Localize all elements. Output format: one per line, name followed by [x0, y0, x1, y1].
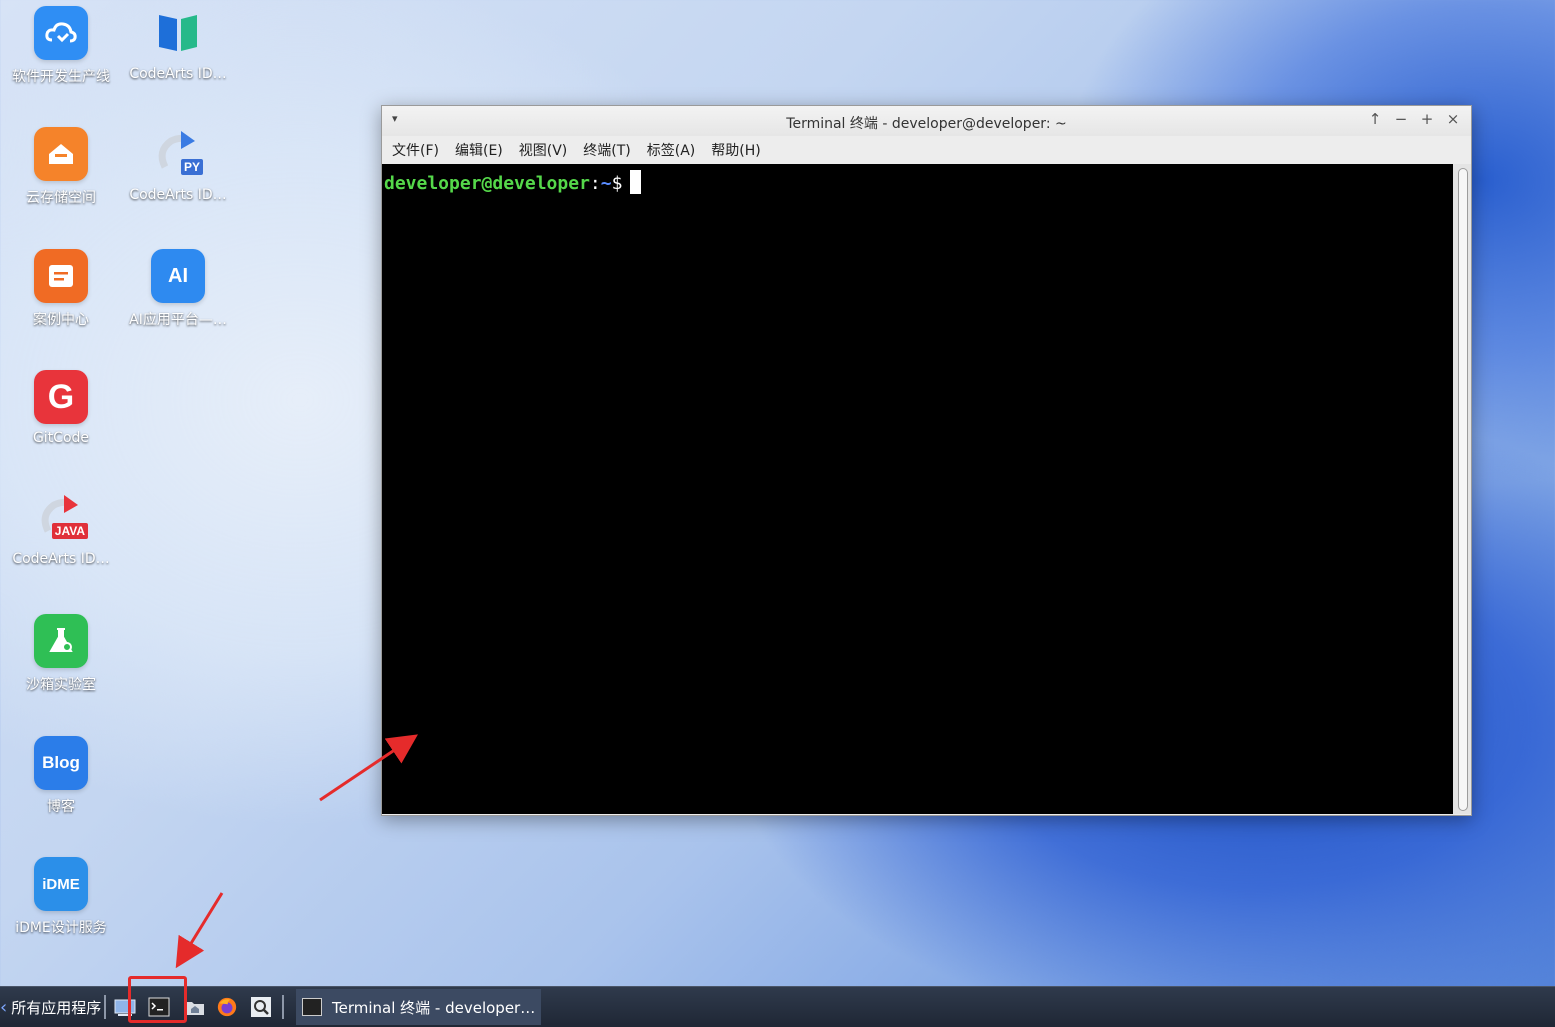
blog-icon: Blog [34, 736, 88, 790]
prompt-colon: : [589, 173, 601, 194]
idme-icon: iDME [34, 857, 88, 911]
maximize-button[interactable]: + [1419, 110, 1435, 128]
cloud-devops-icon [34, 6, 88, 60]
py-badge: PY [180, 159, 203, 175]
gitcode-icon: G [34, 370, 88, 424]
desktop-icon-gitcode[interactable]: G GitCode [2, 370, 120, 446]
file-manager-icon[interactable] [184, 996, 206, 1018]
menu-help[interactable]: 帮助(H) [705, 140, 770, 160]
text-cursor [630, 170, 642, 194]
menu-tabs[interactable]: 标签(A) [641, 140, 706, 160]
menu-file[interactable]: 文件(F) [386, 140, 449, 160]
desktop-icon-codearts-java[interactable]: JAVA CodeArts ID… [2, 491, 120, 567]
sandbox-lab-icon [34, 614, 88, 668]
prompt-path: ~ [600, 173, 612, 194]
desktop-icon-codearts-python[interactable]: PY CodeArts ID… [119, 127, 237, 203]
desktop-icon-cloud-storage[interactable]: 云存储空间 [2, 127, 120, 207]
terminal-menubar: 文件(F) 编辑(E) 视图(V) 终端(T) 标签(A) 帮助(H) [382, 136, 1471, 164]
desktop-icon-codearts-ide[interactable]: CodeArts ID… [119, 6, 237, 82]
cloud-storage-icon [34, 127, 88, 181]
codearts-ide-icon [151, 6, 205, 60]
desktop-icon-blog[interactable]: Blog 博客 [2, 736, 120, 816]
search-icon[interactable] [250, 996, 272, 1018]
prompt-line: developer@developer:~$ [384, 170, 642, 194]
start-label: 所有应用程序 [11, 998, 102, 1017]
menu-edit[interactable]: 编辑(E) [449, 140, 513, 160]
terminal-output[interactable]: developer@developer:~$ [382, 164, 1453, 814]
close-button[interactable]: × [1445, 110, 1461, 128]
scrollbar-thumb[interactable] [1458, 168, 1468, 811]
java-badge: JAVA [51, 523, 88, 539]
taskbar-separator [104, 995, 106, 1019]
desktop-icon-ai-platform[interactable]: AI AI应用平台—… [119, 249, 237, 329]
desktop-icon-case-center[interactable]: 案例中心 [2, 249, 120, 329]
taskbar: ‹ 所有应用程序 Terminal 终端 - developer… [0, 986, 1555, 1027]
codearts-python-icon: PY [151, 127, 205, 181]
taskbar-separator [282, 995, 284, 1019]
menu-view[interactable]: 视图(V) [513, 140, 578, 160]
icon-label: 博客 [47, 799, 75, 815]
taskbar-terminal-task[interactable]: Terminal 终端 - developer… [296, 989, 542, 1025]
terminal-scrollbar[interactable] [1453, 164, 1471, 814]
start-chevron-icon: ‹ [0, 996, 8, 1018]
window-title: Terminal 终端 - developer@developer: ~ [786, 116, 1067, 132]
terminal-titlebar[interactable]: ▾ Terminal 终端 - developer@developer: ~ ↑… [382, 106, 1471, 136]
ai-platform-icon: AI [151, 249, 205, 303]
minimize-button[interactable]: − [1393, 110, 1409, 128]
start-menu-button[interactable]: ‹ 所有应用程序 [0, 987, 101, 1027]
terminal-task-icon [302, 998, 322, 1016]
desktop-icon-devops[interactable]: 软件开发生产线 [2, 6, 120, 86]
icon-label: iDME设计服务 [15, 920, 107, 936]
desktop-icon-idme[interactable]: iDME iDME设计服务 [2, 857, 120, 937]
case-center-icon [34, 249, 88, 303]
icon-label: CodeArts ID… [129, 187, 227, 203]
prompt-dollar: $ [611, 173, 623, 194]
icon-label: 沙箱实验室 [26, 677, 96, 693]
codearts-java-icon: JAVA [34, 491, 88, 545]
icon-label: 软件开发生产线 [12, 69, 110, 85]
icon-label: 案例中心 [33, 312, 89, 328]
icon-label: CodeArts ID… [12, 551, 110, 567]
terminal-window[interactable]: ▾ Terminal 终端 - developer@developer: ~ ↑… [381, 105, 1472, 816]
firefox-icon[interactable] [216, 996, 238, 1018]
prompt-user: developer@developer [384, 173, 590, 194]
menu-terminal[interactable]: 终端(T) [577, 140, 640, 160]
icon-label: GitCode [32, 430, 90, 446]
task-label: Terminal 终端 - developer… [332, 998, 536, 1017]
desktop-icon-sandbox-lab[interactable]: 沙箱实验室 [2, 614, 120, 694]
arrow-to-taskbar-terminal [175, 892, 224, 969]
icon-label: 云存储空间 [26, 190, 96, 206]
keep-above-button[interactable]: ↑ [1367, 110, 1383, 128]
annotation-highlight-box [128, 976, 187, 1023]
icon-label: AI应用平台—… [129, 312, 227, 328]
icon-label: CodeArts ID… [129, 66, 227, 82]
